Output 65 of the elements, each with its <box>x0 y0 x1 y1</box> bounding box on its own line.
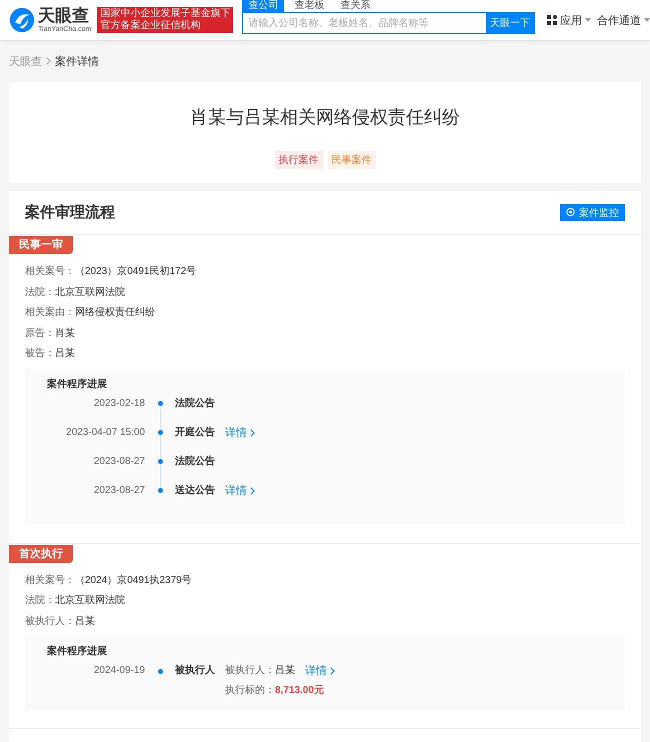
event-date: 2023-08-27 <box>92 484 145 498</box>
case-title: 肖某与吕某相关网络侵权责任纠纷 <box>190 106 460 129</box>
timeline-dot <box>158 668 162 674</box>
case-tag: 执行案件 <box>274 151 322 169</box>
apps-icon <box>547 15 557 25</box>
chevron-icon <box>250 428 255 436</box>
detail-value: 8,713.00元 <box>275 684 324 698</box>
details-link[interactable]: 详情 <box>225 426 255 440</box>
nav-link[interactable]: 合作通道 <box>597 12 641 28</box>
field-label: 被执行人： <box>25 616 75 626</box>
logo-icon <box>9 7 35 33</box>
section-title: 案件审理流程 <box>25 203 115 222</box>
monitor-button[interactable]: 案件监控 <box>560 204 625 221</box>
event-date: 2023-04-07 15:00 <box>65 426 145 440</box>
field-label: 相关案由： <box>25 307 75 318</box>
stage-label: 首次执行 <box>9 544 73 562</box>
field-value: 北京互联网法院 <box>55 595 125 606</box>
event-title: 法院公告 <box>175 454 216 468</box>
field-value: （2024）京0491执2379号 <box>75 574 192 586</box>
monitor-icon <box>566 208 575 217</box>
field-value: 网络侵权责任纠纷 <box>75 307 155 318</box>
field-label: 原告： <box>25 328 55 338</box>
event-date: 2023-08-27 <box>92 454 145 468</box>
chevron-icon <box>330 667 335 675</box>
field-value: 吕某 <box>75 616 95 626</box>
chevron-icon <box>250 486 255 494</box>
progress-title: 案件程序进展 <box>47 377 108 390</box>
timeline-dot <box>158 401 162 406</box>
event-title: 被执行人 <box>175 664 216 678</box>
timeline-dot <box>158 430 162 435</box>
logo-name: 天眼查 <box>38 7 90 24</box>
caret-icon <box>644 18 650 22</box>
stage-label: 民事一审 <box>9 236 73 254</box>
field-value: （2023）京0491民初172号 <box>75 266 196 277</box>
breadcrumb-link[interactable]: 天眼查 <box>9 54 42 68</box>
field-value: 北京互联网法院 <box>55 286 125 298</box>
search-tab[interactable]: 查老板 <box>288 0 330 12</box>
field-label: 法院： <box>25 286 55 298</box>
progress-title: 案件程序进展 <box>47 644 108 658</box>
detail-label: 被执行人： <box>225 664 275 678</box>
banner: 国家中小企业发展子基金旗下 官方备案企业征信机构 <box>97 7 234 33</box>
event-date: 2023-02-18 <box>92 396 145 410</box>
search-button[interactable]: 天眼一下 <box>486 13 534 33</box>
event-title: 送达公告 <box>175 484 216 498</box>
field-value: 吕某 <box>55 348 75 359</box>
details-link[interactable]: 详情 <box>225 484 255 498</box>
detail-label: 执行标的： <box>225 684 275 698</box>
chevron-icon <box>46 57 51 65</box>
caret-icon <box>585 18 591 22</box>
field-value: 肖某 <box>55 328 75 338</box>
nav-link[interactable]: 应用 <box>560 12 582 28</box>
search-field[interactable]: 请输入公司名称、老板姓名、品牌名称等 天眼一下 <box>242 12 535 34</box>
event-title: 法院公告 <box>175 396 216 410</box>
case-tag: 民事案件 <box>328 151 376 169</box>
event-date: 2024-09-19 <box>92 664 145 678</box>
field-label: 被告： <box>25 348 55 359</box>
detail-value: 吕某 <box>275 664 295 678</box>
field-label: 相关案号： <box>25 574 75 586</box>
timeline-dot <box>158 459 162 464</box>
details-link[interactable]: 详情 <box>305 664 335 678</box>
field-label: 相关案号： <box>25 266 75 277</box>
timeline-dot <box>158 488 162 493</box>
search-tab[interactable]: 查公司 <box>242 0 284 12</box>
field-label: 法院： <box>25 595 55 606</box>
event-title: 开庭公告 <box>175 426 216 440</box>
